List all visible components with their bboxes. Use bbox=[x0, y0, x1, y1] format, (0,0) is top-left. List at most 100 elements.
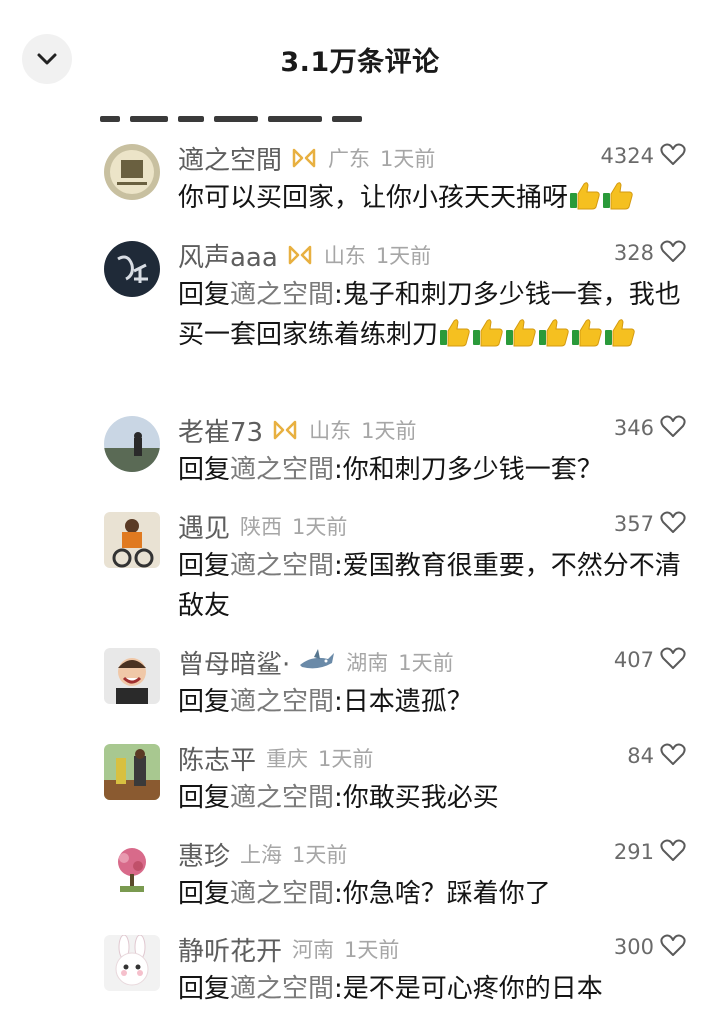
mention-link[interactable]: 適之空間 bbox=[230, 455, 334, 485]
reply-prefix: 回复 bbox=[178, 455, 231, 485]
comment-text[interactable]: 回复適之空間:你和刺刀多少钱一套？ bbox=[178, 450, 693, 490]
heart-icon bbox=[660, 510, 686, 538]
like-count: 300 bbox=[613, 935, 654, 959]
mention-link[interactable]: 適之空間 bbox=[230, 879, 334, 909]
reply-prefix: 回复 bbox=[178, 280, 231, 310]
heart-icon bbox=[660, 742, 686, 770]
username[interactable]: 静听花开 bbox=[178, 931, 282, 968]
like-button[interactable]: 346 bbox=[614, 414, 686, 442]
like-count: 407 bbox=[613, 648, 654, 672]
like-button[interactable]: 4324 bbox=[601, 142, 686, 170]
mention-link[interactable]: 適之空間 bbox=[230, 687, 334, 717]
timestamp: 1天前 bbox=[344, 938, 400, 962]
shark-emoji-icon bbox=[298, 649, 336, 675]
location-label: 山东 bbox=[309, 419, 352, 443]
comment-meta: 陈志平 重庆 1天前 bbox=[178, 740, 373, 776]
thumbs-up-icon bbox=[601, 182, 634, 213]
thumbs-up-icon bbox=[537, 319, 570, 350]
reply-prefix: 回复 bbox=[178, 879, 231, 909]
avatar[interactable] bbox=[104, 648, 160, 704]
username[interactable]: 陈志平 bbox=[178, 740, 256, 777]
username[interactable]: 老崔73 bbox=[178, 412, 263, 449]
timestamp: 1天前 bbox=[292, 843, 348, 867]
thumbs-up-icon bbox=[570, 319, 603, 350]
comment-text[interactable]: 回复適之空間:日本遗孤？ bbox=[178, 682, 693, 722]
timestamp: 1天前 bbox=[398, 651, 454, 675]
comment-text[interactable]: 回复適之空間:你急啥？踩着你了 bbox=[178, 874, 693, 914]
username[interactable]: 適之空間 bbox=[178, 140, 282, 177]
fan-badge-icon bbox=[290, 146, 318, 170]
comment-text[interactable]: 回复適之空間:爱国教育很重要，不然分不清敌友 bbox=[178, 546, 693, 626]
fan-badge-icon bbox=[271, 418, 299, 442]
username[interactable]: 遇见 bbox=[178, 508, 230, 545]
location-label: 河南 bbox=[292, 938, 335, 962]
like-button[interactable]: 328 bbox=[614, 239, 686, 267]
heart-icon bbox=[660, 646, 686, 674]
timestamp: 1天前 bbox=[292, 515, 348, 539]
like-button[interactable]: 407 bbox=[614, 646, 686, 674]
location-label: 上海 bbox=[240, 843, 283, 867]
like-count: 357 bbox=[613, 512, 654, 536]
reply-prefix: 回复 bbox=[178, 974, 231, 1004]
avatar[interactable] bbox=[104, 840, 160, 896]
avatar[interactable] bbox=[104, 512, 160, 568]
like-button[interactable]: 291 bbox=[614, 838, 686, 866]
comment-meta: 適之空間 广东 1天前 bbox=[178, 140, 435, 176]
mention-link[interactable]: 適之空間 bbox=[230, 974, 334, 1004]
comment-text[interactable]: 回复適之空間:是不是可心疼你的日本 bbox=[178, 969, 693, 1009]
username[interactable]: 风声aaa bbox=[178, 237, 278, 274]
thumbs-up-icon bbox=[504, 319, 537, 350]
timestamp: 1天前 bbox=[361, 419, 417, 443]
comment-list: 適之空間 广东 1天前 4324 你可以买回家，让你小孩天天捅呀 风声aaa 山东 1天前 32… bbox=[0, 0, 720, 1020]
avatar[interactable] bbox=[104, 416, 160, 472]
avatar[interactable] bbox=[104, 241, 160, 297]
comment-text[interactable]: 回复適之空間:你敢买我必买 bbox=[178, 778, 693, 818]
heart-icon bbox=[660, 239, 686, 267]
comment-body: 你可以买回家，让你小孩天天捅呀 bbox=[178, 183, 569, 213]
reply-prefix: 回复 bbox=[178, 687, 231, 717]
avatar[interactable] bbox=[104, 744, 160, 800]
avatar[interactable] bbox=[104, 935, 160, 991]
comment-text[interactable]: 你可以买回家，让你小孩天天捅呀 bbox=[178, 178, 693, 218]
location-label: 陕西 bbox=[240, 515, 283, 539]
like-button[interactable]: 84 bbox=[627, 742, 686, 770]
reply-prefix: 回复 bbox=[178, 783, 231, 813]
thumbs-up-icon bbox=[603, 319, 636, 350]
mention-link[interactable]: 適之空間 bbox=[230, 551, 334, 581]
like-count: 328 bbox=[613, 241, 654, 265]
reply-body: :日本遗孤？ bbox=[334, 687, 473, 717]
username[interactable]: 惠珍 bbox=[178, 836, 230, 873]
reply-body: :你和刺刀多少钱一套？ bbox=[334, 455, 603, 485]
like-count: 291 bbox=[613, 840, 654, 864]
thumbs-up-icon bbox=[568, 182, 601, 213]
heart-icon bbox=[660, 142, 686, 170]
timestamp: 1天前 bbox=[375, 244, 432, 268]
reply-body: :你急啥？踩着你了 bbox=[334, 879, 551, 909]
like-count: 4324 bbox=[600, 144, 654, 168]
reply-body: :是不是可心疼你的日本 bbox=[334, 974, 603, 1004]
like-button[interactable]: 357 bbox=[614, 510, 686, 538]
avatar[interactable] bbox=[104, 144, 160, 200]
reply-body: :你敢买我必买 bbox=[334, 783, 499, 813]
thumbs-up-icon bbox=[471, 319, 504, 350]
like-count: 84 bbox=[627, 744, 654, 768]
like-button[interactable]: 300 bbox=[614, 933, 686, 961]
heart-icon bbox=[660, 838, 686, 866]
mention-link[interactable]: 適之空間 bbox=[230, 783, 334, 813]
heart-icon bbox=[660, 414, 686, 442]
thumbs-up-icon bbox=[438, 319, 471, 350]
comment-meta: 遇见 陕西 1天前 bbox=[178, 508, 347, 544]
reply-prefix: 回复 bbox=[178, 551, 231, 581]
comment-meta: 风声aaa 山东 1天前 bbox=[178, 237, 431, 273]
timestamp: 1天前 bbox=[380, 147, 436, 171]
location-label: 广东 bbox=[328, 147, 371, 171]
fan-badge-icon bbox=[286, 243, 314, 267]
username[interactable]: 曾母暗鲨· bbox=[178, 644, 290, 681]
heart-icon bbox=[660, 933, 686, 961]
comment-meta: 惠珍 上海 1天前 bbox=[178, 836, 347, 872]
timestamp: 1天前 bbox=[318, 747, 374, 771]
comment-meta: 曾母暗鲨· 湖南 1天前 bbox=[178, 644, 454, 680]
location-label: 重庆 bbox=[266, 747, 309, 771]
mention-link[interactable]: 適之空間 bbox=[230, 280, 334, 310]
comment-text[interactable]: 回复適之空間:鬼子和刺刀多少钱一套，我也买一套回家练着练刺刀 bbox=[178, 275, 693, 355]
